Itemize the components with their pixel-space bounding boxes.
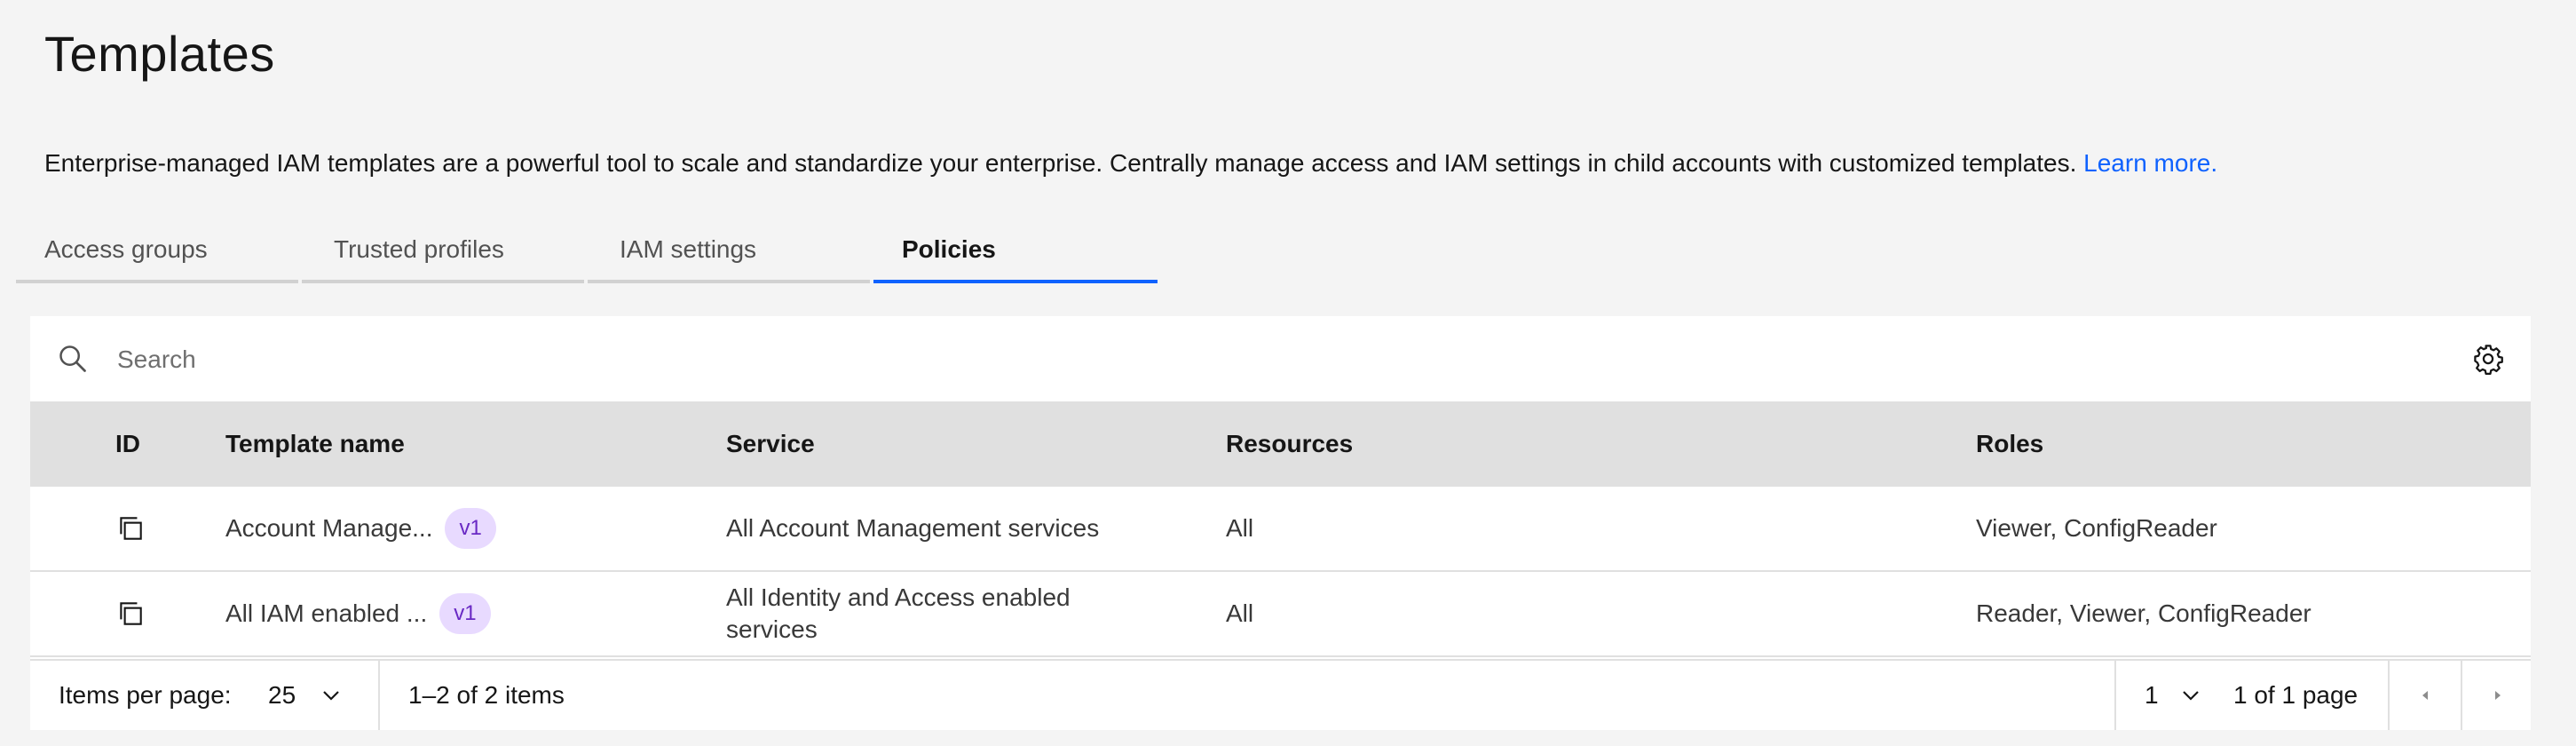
header-service[interactable]: Service: [726, 401, 815, 487]
template-name[interactable]: Account Manage...: [225, 514, 432, 543]
version-badge: v1: [439, 593, 491, 634]
search-input[interactable]: [115, 334, 2427, 385]
table-row[interactable]: Account Manage... v1 All Account Managem…: [30, 487, 2531, 572]
caret-left-icon: [2422, 691, 2428, 700]
service-cell: All Identity and Access enabled services: [726, 583, 1071, 643]
pagination: Items per page: 25 1–2 of 2 items 1 1 of…: [30, 659, 2531, 730]
resources-cell: All: [1226, 599, 1254, 627]
roles-cell: Reader, Viewer, ConfigReader: [1976, 599, 2311, 627]
items-per-page-label: Items per page:: [59, 681, 232, 709]
version-badge: v1: [445, 508, 496, 549]
header-roles[interactable]: Roles: [1976, 401, 2043, 487]
policies-table: ID Template name Service Resources Roles…: [30, 316, 2531, 730]
gear-icon[interactable]: [2472, 343, 2504, 375]
resources-cell: All: [1226, 514, 1254, 542]
tab-list: Access groups Trusted profiles IAM setti…: [16, 226, 1158, 283]
service-cell: All Account Management services: [726, 514, 1100, 542]
page-title: Templates: [44, 26, 275, 82]
items-range: 1–2 of 2 items: [408, 681, 565, 709]
roles-cell: Viewer, ConfigReader: [1976, 514, 2217, 542]
copy-icon[interactable]: [115, 513, 146, 544]
template-name[interactable]: All IAM enabled ...: [225, 599, 427, 628]
previous-page-button[interactable]: [2390, 661, 2461, 730]
table-header: ID Template name Service Resources Roles: [30, 401, 2531, 487]
page-description: Enterprise-managed IAM templates are a p…: [44, 149, 2217, 178]
page-count: 1 of 1 page: [2233, 681, 2359, 709]
chevron-down-icon: [2182, 691, 2199, 701]
items-per-page-select[interactable]: 25: [268, 661, 342, 730]
search-icon: [59, 345, 86, 372]
caret-right-icon: [2495, 691, 2501, 700]
table-toolbar: [30, 316, 2531, 401]
page-select[interactable]: 1: [2145, 661, 2201, 730]
page-value: 1: [2145, 681, 2159, 709]
header-resources[interactable]: Resources: [1226, 401, 1353, 487]
header-id[interactable]: ID: [115, 401, 140, 487]
table-row[interactable]: All IAM enabled ... v1 All Identity and …: [30, 572, 2531, 657]
header-template-name[interactable]: Template name: [225, 401, 405, 487]
learn-more-link[interactable]: Learn more.: [2083, 149, 2217, 177]
tab-access-groups[interactable]: Access groups: [16, 226, 298, 283]
tab-trusted-profiles[interactable]: Trusted profiles: [302, 226, 584, 283]
items-per-page-value: 25: [268, 681, 296, 709]
next-page-button[interactable]: [2462, 661, 2533, 730]
tab-iam-settings[interactable]: IAM settings: [588, 226, 870, 283]
tab-policies[interactable]: Policies: [873, 226, 1158, 283]
chevron-down-icon: [323, 691, 339, 701]
description-text: Enterprise-managed IAM templates are a p…: [44, 149, 2077, 177]
copy-icon[interactable]: [115, 599, 146, 629]
